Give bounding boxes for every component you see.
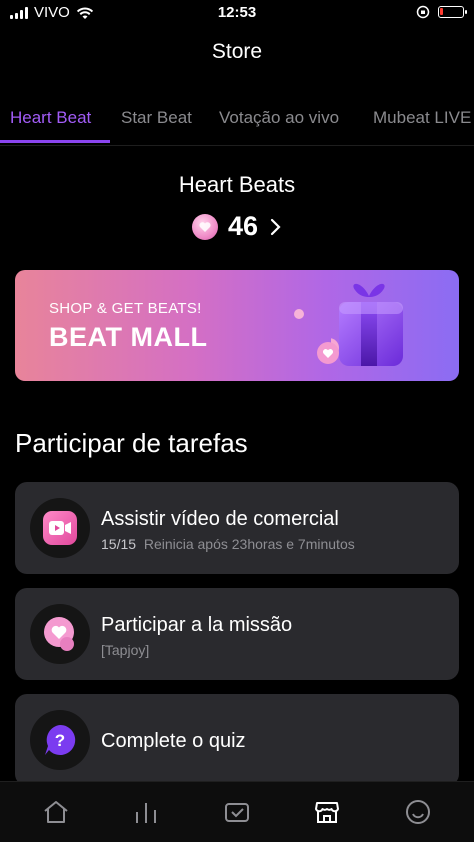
heart-coin-icon (317, 342, 339, 364)
vote-box-icon (225, 803, 249, 822)
home-icon (44, 801, 68, 823)
smile-icon (406, 800, 430, 824)
tab-heart-beat[interactable]: Heart Beat (10, 108, 91, 128)
task-reset-note: Reinicia após 23horas e 7minutos (143, 536, 355, 552)
nav-vote[interactable] (223, 798, 251, 826)
nav-store[interactable] (313, 798, 341, 826)
banner-subtitle: SHOP & GET BEATS! (49, 300, 202, 317)
nav-profile[interactable] (404, 798, 432, 826)
nav-chart[interactable] (132, 798, 160, 826)
tab-live-vote[interactable]: Votação ao vivo (219, 108, 339, 128)
page-title: Store (211, 40, 263, 63)
task-watch-video[interactable]: Assistir vídeo de comercial 15/15 Reinic… (15, 482, 459, 574)
banner-title: BEAT MALL (49, 322, 208, 352)
task-icon-wrap (30, 604, 90, 664)
video-icon (43, 511, 77, 545)
sparkle-icon (294, 309, 304, 319)
battery-fill (440, 8, 443, 15)
task-tapjoy-mission[interactable]: Participar a la missão [Tapjoy] (15, 588, 459, 680)
heart-beats-title: Heart Beats (178, 172, 296, 197)
task-progress: 15/15 (101, 536, 137, 552)
store-icon (315, 802, 339, 823)
heart-coin-icon (191, 213, 218, 240)
beat-mall-banner[interactable]: SHOP & GET BEATS! BEAT MALL (15, 270, 459, 381)
task-provider-note: [Tapjoy] (101, 642, 150, 658)
task-icon-wrap: ? (30, 710, 90, 770)
tab-star-beat[interactable]: Star Beat (121, 108, 192, 128)
chart-icon (136, 803, 156, 823)
heart-beats-balance[interactable]: 46 (0, 211, 474, 242)
status-right (416, 5, 467, 19)
svg-text:?: ? (55, 731, 65, 750)
heart-beats-count: 46 (227, 211, 259, 241)
task-icon-wrap (30, 498, 90, 558)
chevron-right-icon (270, 218, 281, 235)
active-tab-indicator (0, 140, 110, 143)
status-bar: VIVO 12:53 (0, 0, 474, 26)
bottom-nav (0, 781, 474, 842)
quiz-icon: ? (45, 724, 76, 755)
heart-bubble-icon (44, 617, 74, 651)
task-subtitle: 15/15 Reinicia após 23horas e 7minutos (101, 536, 355, 552)
tasks-section-title: Participar de tarefas (15, 428, 248, 458)
task-quiz[interactable]: ? Complete o quiz (15, 694, 459, 786)
task-title: Complete o quiz (101, 730, 246, 752)
orientation-lock-icon (416, 5, 430, 19)
battery-icon (438, 6, 467, 18)
gift-box-icon (331, 283, 403, 366)
task-title: Assistir vídeo de comercial (101, 508, 339, 530)
tab-mubeat-live[interactable]: Mubeat LIVE (373, 108, 471, 128)
status-time: 12:53 (217, 4, 257, 21)
task-title: Participar a la missão (101, 614, 293, 636)
nav-home[interactable] (42, 798, 70, 826)
